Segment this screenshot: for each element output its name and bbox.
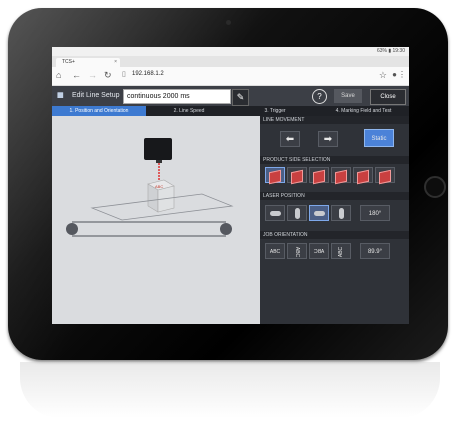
orientation-180-button[interactable]: ABC bbox=[309, 243, 329, 259]
laser-vertical-icon bbox=[339, 208, 344, 219]
laser-horizontal-icon bbox=[314, 211, 325, 216]
edit-pencil-button[interactable]: ✎ bbox=[232, 89, 249, 106]
conveyor-scene: ABC bbox=[66, 138, 234, 237]
orientation-0-button[interactable]: ABC bbox=[265, 243, 285, 259]
orientation-180-label: ABC bbox=[313, 249, 325, 255]
url-field[interactable]: 192.168.1.2 bbox=[132, 71, 164, 77]
side-left-button[interactable] bbox=[309, 167, 329, 185]
address-bar: ⌂ ← → ↻ ▯ 192.168.1.2 ☆ ● ⋮ bbox=[52, 67, 409, 86]
cube-icon bbox=[291, 169, 303, 185]
orientation-270-label: ABC bbox=[338, 246, 344, 258]
help-button[interactable]: ? bbox=[312, 89, 327, 104]
status-bar: 63% ▮ 19:30 bbox=[52, 47, 409, 56]
laser-nozzle bbox=[156, 160, 162, 163]
back-arrow-icon[interactable]: ← bbox=[72, 70, 81, 80]
cube-icon bbox=[269, 169, 281, 185]
section-product-side: PRODUCT SIDE SELECTION bbox=[260, 156, 409, 164]
job-angle-field[interactable]: 89.9° bbox=[360, 243, 390, 259]
cube-icon bbox=[379, 169, 391, 185]
laser-position-horizontal-button[interactable] bbox=[265, 205, 285, 221]
mark-text: ABC bbox=[155, 184, 163, 189]
home-button[interactable] bbox=[424, 176, 446, 198]
cube-icon bbox=[357, 169, 369, 185]
browser-tab[interactable]: TCS+ × bbox=[56, 58, 120, 67]
move-right-button[interactable]: ➡ bbox=[318, 131, 338, 147]
section-line-movement: LINE MOVEMENT bbox=[260, 116, 409, 124]
orientation-270-button[interactable]: ABC bbox=[331, 243, 351, 259]
settings-panel: LINE MOVEMENT ⬅ ➡ Static PRODUCT SIDE SE… bbox=[260, 116, 409, 324]
orientation-90-label: ABC bbox=[294, 246, 300, 258]
conveyor-roller-left bbox=[66, 223, 78, 235]
main-content: ABC LINE MOVEMENT ⬅ ➡ Static PRODUCT SID… bbox=[52, 116, 409, 324]
side-bottom-button[interactable] bbox=[375, 167, 395, 185]
forward-arrow-icon[interactable]: → bbox=[88, 70, 97, 80]
side-back-button[interactable] bbox=[331, 167, 351, 185]
page-info-icon[interactable]: ▯ bbox=[122, 70, 126, 78]
arrow-left-icon: ⬅ bbox=[285, 134, 295, 145]
cube-icon bbox=[335, 169, 347, 185]
front-camera bbox=[226, 20, 231, 25]
cube-icon bbox=[313, 169, 325, 185]
laser-horizontal-icon bbox=[270, 211, 281, 216]
page-title: Edit Line Setup bbox=[72, 92, 120, 99]
static-button[interactable]: Static bbox=[364, 129, 394, 147]
pencil-icon: ✎ bbox=[236, 92, 245, 102]
orientation-90-button[interactable]: ABC bbox=[287, 243, 307, 259]
browser-tab-bar: TCS+ × bbox=[52, 56, 409, 67]
mode-input[interactable]: continuous 2000 ms bbox=[123, 89, 231, 104]
bookmark-star-icon[interactable]: ☆ bbox=[379, 70, 387, 81]
section-job-orientation: JOB ORIENTATION bbox=[260, 231, 409, 239]
home-icon[interactable]: ⌂ bbox=[56, 70, 61, 80]
tab-title: TCS+ bbox=[62, 59, 75, 65]
conveyor-roller-right bbox=[220, 223, 232, 235]
side-top-button[interactable] bbox=[265, 167, 285, 185]
tablet-screen: 63% ▮ 19:30 TCS+ × ⌂ ← → ↻ ▯ 192.168.1.2… bbox=[52, 47, 409, 324]
close-tab-icon[interactable]: × bbox=[114, 58, 117, 67]
laser-head-icon bbox=[144, 138, 172, 160]
microphone-icon[interactable]: ● bbox=[392, 70, 397, 79]
3d-preview-canvas[interactable]: ABC bbox=[52, 116, 260, 324]
app-logo-icon: ▦ bbox=[57, 92, 64, 99]
side-right-button[interactable] bbox=[353, 167, 373, 185]
laser-position-down-button[interactable] bbox=[331, 205, 351, 221]
save-button[interactable]: Save bbox=[334, 89, 362, 103]
app-header: ▦ Edit Line Setup continuous 2000 ms ✎ ?… bbox=[52, 86, 409, 106]
close-button[interactable]: Close bbox=[370, 89, 406, 105]
laser-position-selected-button[interactable] bbox=[309, 205, 329, 221]
laser-vertical-icon bbox=[295, 208, 300, 219]
status-text: 63% ▮ 19:30 bbox=[376, 48, 405, 54]
tablet-reflection bbox=[20, 362, 440, 418]
move-left-button[interactable]: ⬅ bbox=[280, 131, 300, 147]
laser-position-vertical-button[interactable] bbox=[287, 205, 307, 221]
side-front-button[interactable] bbox=[287, 167, 307, 185]
laser-angle-field[interactable]: 180° bbox=[360, 205, 390, 221]
section-laser-position: LASER POSITION bbox=[260, 192, 409, 200]
reload-icon[interactable]: ↻ bbox=[104, 70, 112, 81]
menu-dots-icon[interactable]: ⋮ bbox=[398, 70, 406, 79]
arrow-right-icon: ➡ bbox=[323, 134, 333, 145]
